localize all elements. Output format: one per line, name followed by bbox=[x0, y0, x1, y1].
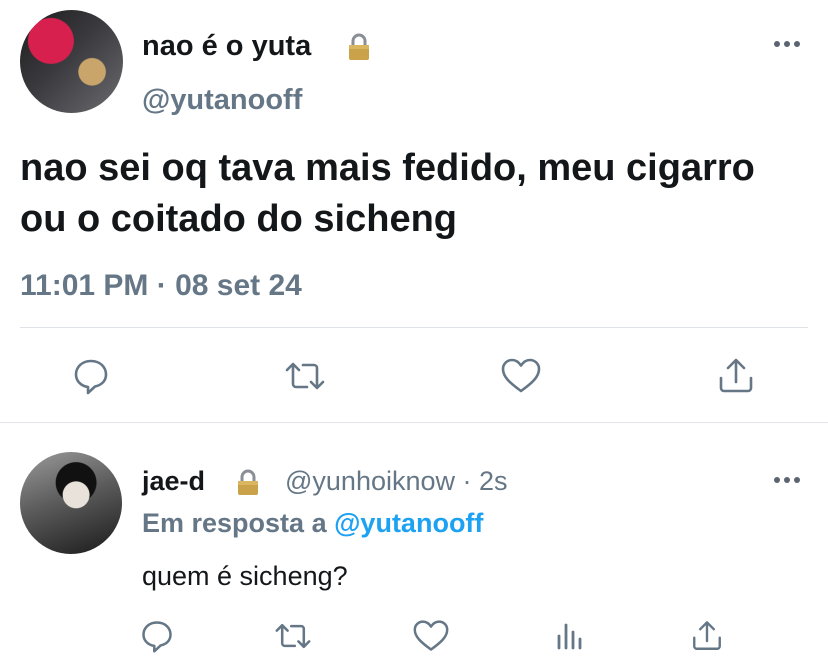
lock-icon bbox=[349, 33, 369, 60]
like-button[interactable] bbox=[411, 616, 451, 656]
retweet-icon bbox=[275, 623, 311, 649]
share-button[interactable] bbox=[687, 616, 727, 656]
lock-icon bbox=[238, 469, 258, 495]
like-icon bbox=[501, 358, 541, 393]
tweet-separator bbox=[0, 422, 828, 423]
tweet-text: quem é sicheng? bbox=[142, 561, 348, 591]
mention-link[interactable]: @yutanooff bbox=[334, 508, 483, 538]
more-icon[interactable] bbox=[774, 40, 802, 48]
avatar[interactable] bbox=[20, 10, 123, 113]
reply-icon bbox=[142, 621, 172, 653]
main-tweet: nao é o yuta @yutanooff nao sei oq tava … bbox=[0, 0, 828, 420]
display-name[interactable]: nao é o yuta bbox=[142, 30, 311, 63]
display-name[interactable]: jae-d bbox=[142, 466, 205, 497]
like-button[interactable] bbox=[499, 354, 543, 398]
reply-prefix: Em resposta a bbox=[142, 508, 327, 538]
divider bbox=[20, 327, 808, 328]
timestamp[interactable]: 11:01 PM · 08 set 24 bbox=[20, 269, 302, 303]
retweet-button[interactable] bbox=[273, 616, 313, 656]
reply-button[interactable] bbox=[69, 354, 113, 398]
reply-context: Em resposta a @yutanooff bbox=[142, 508, 483, 539]
avatar[interactable] bbox=[20, 452, 122, 554]
more-icon[interactable] bbox=[774, 476, 802, 484]
tweet-text: nao sei oq tava mais fedido, meu cigarro… bbox=[20, 147, 755, 240]
retweet-button[interactable] bbox=[283, 354, 327, 398]
handle[interactable]: @yutanooff bbox=[142, 84, 302, 117]
reply-button[interactable] bbox=[137, 616, 177, 656]
handle-timestamp[interactable]: @yunhoiknow · 2s bbox=[285, 466, 508, 497]
reply-icon bbox=[74, 359, 108, 395]
analytics-icon bbox=[557, 623, 582, 650]
like-icon bbox=[413, 620, 449, 651]
share-button[interactable] bbox=[714, 354, 758, 398]
retweet-icon bbox=[285, 362, 325, 390]
share-icon bbox=[693, 621, 721, 650]
analytics-button[interactable] bbox=[550, 616, 590, 656]
share-icon bbox=[719, 358, 753, 393]
